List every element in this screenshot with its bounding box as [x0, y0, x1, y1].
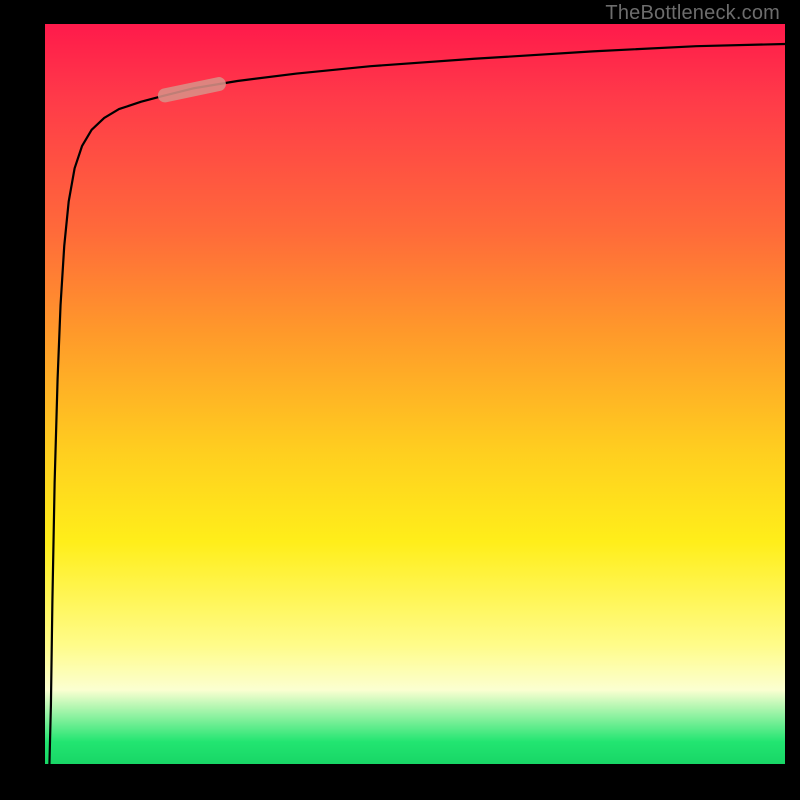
curve-highlight	[165, 84, 219, 95]
chart-stage: TheBottleneck.com	[0, 0, 800, 800]
bottleneck-curve	[49, 44, 785, 764]
chart-plot-area	[45, 24, 785, 764]
chart-svg	[45, 24, 785, 764]
watermark-text: TheBottleneck.com	[605, 2, 780, 25]
